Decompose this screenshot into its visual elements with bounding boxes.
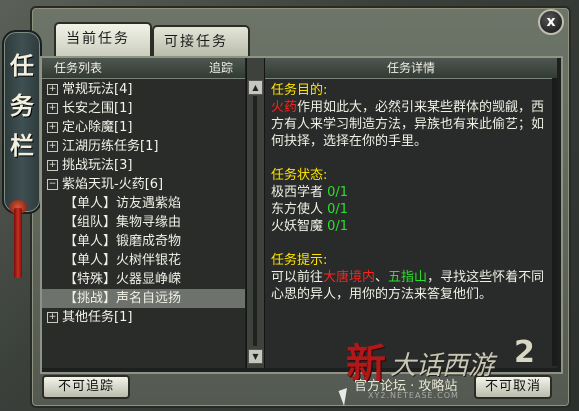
subtask-tag: 【挑战】 [64, 291, 117, 306]
subtask-tag: 【单人】 [64, 253, 117, 268]
category-label: 紫焰天玑-火药[6] [62, 177, 164, 192]
quest-list-panel: 任务列表 追踪 + 常规玩法[4] + 长安之围[1] + 定心除魔[1] + … [42, 58, 245, 368]
hint-separator: 、 [375, 270, 389, 285]
scrollbar-track[interactable] [253, 96, 257, 346]
subtask-name: 声名自远扬 [116, 291, 182, 306]
status-row: 东方使人 0/1 [271, 201, 549, 218]
quest-subtask-selected[interactable]: 【挑战】声名自远扬 [42, 289, 245, 308]
goal-body: 作用如此大，必然引来某些群体的觊觎，西方有人来学习制造方法，异族也有来此偷艺；如… [271, 100, 545, 149]
goal-text: 火药作用如此大，必然引来某些群体的觊觎，西方有人来学习制造方法，异族也有来此偷艺… [271, 99, 549, 150]
hint-section: 任务提示: 可以前往大唐境内、五指山，寻找这些怀着不同心思的异人，用你的方法来答… [271, 252, 549, 303]
scroll-up-arrow-icon[interactable]: ▲ [248, 80, 263, 95]
quest-list-header: 任务列表 追踪 [42, 58, 245, 79]
list-scrollbar[interactable]: ▲ ▼ [246, 58, 265, 368]
expand-icon[interactable]: + [47, 103, 58, 114]
game-screen: 任 务 栏 x 可接任务 当前任务 任务列表 追踪 + 常规玩法[4] + 长安… [0, 0, 579, 411]
quest-list-title: 任务列表 [54, 61, 103, 75]
quest-detail-header: 任务详情 [265, 58, 557, 79]
expand-icon[interactable]: + [47, 160, 58, 171]
status-progress: 0/1 [327, 219, 349, 234]
tab-current-quests[interactable]: 当前任务 [54, 22, 152, 58]
hint-pre: 可以前往 [271, 270, 324, 285]
tab-available-quests[interactable]: 可接任务 [152, 25, 250, 57]
category-label: 定心除魔[1] [62, 120, 133, 135]
status-row: 极西学者 0/1 [271, 184, 549, 201]
subtask-name: 集物寻缘由 [116, 215, 182, 230]
status-label: 极西学者 [271, 185, 324, 200]
quest-detail-body: 任务目的: 火药作用如此大，必然引来某些群体的觊觎，西方有人来学习制造方法，异族… [271, 82, 549, 320]
quest-detail-panel: 任务详情 任务目的: 火药作用如此大，必然引来某些群体的觊觎，西方有人来学习制造… [265, 58, 557, 368]
quest-category[interactable]: + 定心除魔[1] [42, 118, 245, 137]
hint-text: 可以前往大唐境内、五指山，寻找这些怀着不同心思的异人，用你的方法来答复他们。 [271, 269, 549, 303]
quest-category[interactable]: + 长安之围[1] [42, 99, 245, 118]
subtask-name: 访友遇紫焰 [116, 196, 182, 211]
quest-tree: + 常规玩法[4] + 长安之围[1] + 定心除魔[1] + 江湖历练任务[1… [42, 80, 245, 327]
category-label: 常规玩法[4] [62, 82, 133, 97]
untrack-button[interactable]: 不可追踪 [42, 375, 130, 399]
expand-icon[interactable]: + [47, 312, 58, 323]
quest-category[interactable]: + 其他任务[1] [42, 308, 245, 327]
status-label: 东方使人 [271, 202, 324, 217]
expand-icon[interactable]: + [47, 84, 58, 95]
subtask-name: 火器显峥嵘 [116, 272, 182, 287]
quest-subtask[interactable]: 【单人】访友遇紫焰 [42, 194, 245, 213]
subtask-tag: 【单人】 [64, 196, 117, 211]
track-column-title: 追踪 [208, 61, 233, 75]
quest-category-expanded[interactable]: − 紫焰天玑-火药[6] [42, 175, 245, 194]
close-button[interactable]: x [538, 9, 564, 35]
subtask-name: 锻磨成奇物 [116, 234, 182, 249]
cancel-quest-button[interactable]: 不可取消 [474, 375, 552, 399]
subtask-tag: 【组队】 [64, 215, 117, 230]
status-progress: 0/1 [327, 202, 349, 217]
hint-title: 任务提示: [271, 253, 328, 268]
subtask-tag: 【特殊】 [64, 272, 117, 287]
quest-subtask[interactable]: 【特殊】火器显峥嵘 [42, 270, 245, 289]
quest-subtask[interactable]: 【单人】火树伴银花 [42, 251, 245, 270]
category-label: 挑战玩法[3] [62, 158, 133, 173]
status-progress: 0/1 [327, 185, 349, 200]
goal-title: 任务目的: [271, 83, 328, 98]
hint-place-link[interactable]: 大唐境内 [323, 270, 375, 285]
quest-category[interactable]: + 挑战玩法[3] [42, 156, 245, 175]
window-title-scroll: 任 务 栏 [2, 30, 42, 214]
tassel-decoration [14, 208, 22, 278]
category-label: 其他任务[1] [62, 310, 133, 325]
quest-subtask[interactable]: 【组队】集物寻缘由 [42, 213, 245, 232]
collapse-icon[interactable]: − [47, 179, 58, 190]
detail-scrollbar[interactable] [552, 78, 557, 366]
title-glyph: 栏 [10, 132, 34, 160]
quest-subtask[interactable]: 【单人】锻磨成奇物 [42, 232, 245, 251]
subtask-name: 火树伴银花 [116, 253, 182, 268]
title-glyph: 务 [10, 92, 34, 120]
quest-category[interactable]: + 常规玩法[4] [42, 80, 245, 99]
expand-icon[interactable]: + [47, 141, 58, 152]
hint-place-link[interactable]: 五指山 [388, 270, 427, 285]
status-row: 火妖智魔 0/1 [271, 218, 549, 235]
title-glyph: 任 [10, 52, 34, 80]
quest-category[interactable]: + 江湖历练任务[1] [42, 137, 245, 156]
category-label: 长安之围[1] [62, 101, 133, 116]
subtask-tag: 【单人】 [64, 234, 117, 249]
status-section: 任务状态: 极西学者 0/1 东方使人 0/1 火妖智魔 0/1 [271, 167, 549, 235]
status-title: 任务状态: [271, 168, 328, 183]
expand-icon[interactable]: + [47, 122, 58, 133]
status-label: 火妖智魔 [271, 219, 324, 234]
goal-highlight: 火药 [271, 100, 298, 115]
scroll-down-arrow-icon[interactable]: ▼ [248, 349, 263, 364]
goal-section: 任务目的: 火药作用如此大，必然引来某些群体的觊觎，西方有人来学习制造方法，异族… [271, 82, 549, 150]
category-label: 江湖历练任务[1] [62, 139, 159, 154]
